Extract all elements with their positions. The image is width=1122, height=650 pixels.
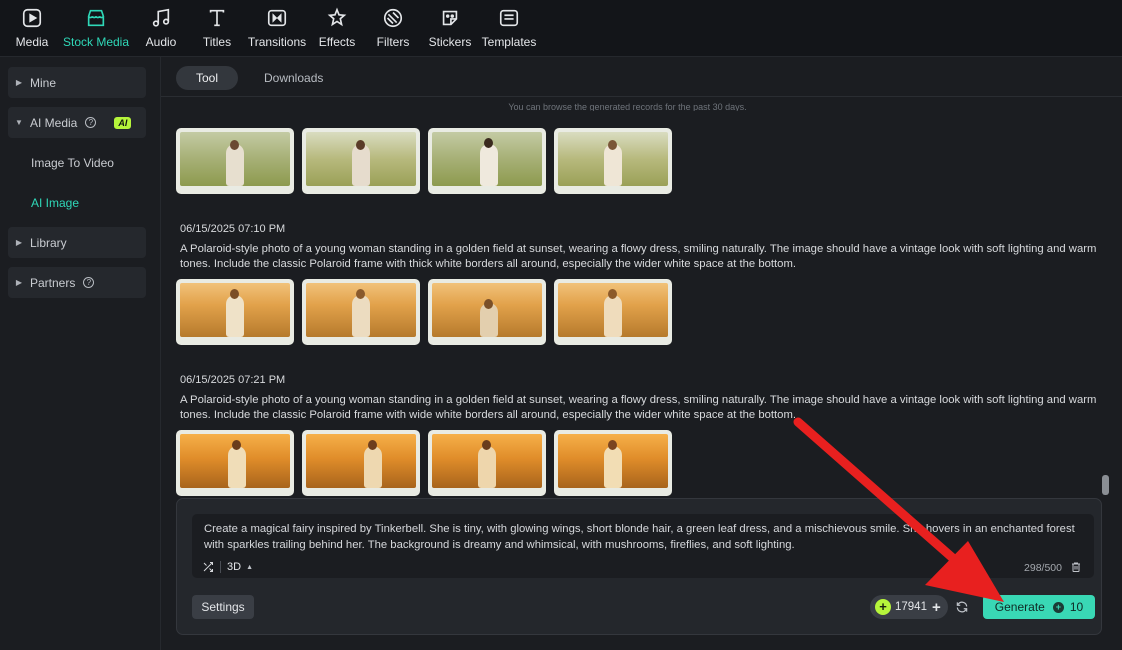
generated-image-thumbnail[interactable]: [302, 128, 420, 194]
shuffle-icon[interactable]: [202, 561, 214, 573]
text-t-icon: [205, 6, 229, 30]
toolbar-stickers-label: Stickers: [428, 35, 472, 49]
sidebar-item-library-label: Library: [30, 235, 67, 250]
toolbar-audio-label: Audio: [145, 35, 177, 49]
generated-image-thumbnail[interactable]: [176, 279, 294, 345]
prompt-input-text[interactable]: Create a magical fairy inspired by Tinke…: [204, 521, 1084, 553]
template-icon: [497, 6, 521, 30]
sidebar-item-library[interactable]: ▶ Library: [8, 227, 146, 258]
generated-image-thumbnail[interactable]: [428, 279, 546, 345]
record-prompt: A Polaroid-style photo of a young woman …: [180, 243, 1097, 270]
caret-right-icon: ▶: [15, 78, 23, 87]
caret-right-icon: ▶: [15, 238, 23, 247]
credits-balance[interactable]: + 17941 +: [870, 595, 948, 619]
sidebar-item-ai-media[interactable]: ▼ AI Media ? AI: [8, 107, 146, 138]
stock-media-icon: [84, 6, 108, 30]
records-list: 06/15/2025 07:10 PM A Polaroid-style pho…: [161, 111, 1106, 551]
scrollbar-thumb[interactable]: [1102, 475, 1109, 495]
tab-bar: Tool Downloads: [161, 57, 1122, 97]
trash-icon[interactable]: [1070, 561, 1082, 573]
sidebar-item-partners[interactable]: ▶ Partners ?: [8, 267, 146, 298]
refresh-icon[interactable]: [955, 600, 969, 614]
style-selector[interactable]: 3D ▲: [202, 561, 253, 573]
generated-image-thumbnail[interactable]: [176, 128, 294, 194]
credit-coin-icon: +: [1052, 601, 1064, 613]
toolbar-transitions-label: Transitions: [247, 35, 307, 49]
toolbar-stock-media-label: Stock Media: [62, 35, 130, 49]
generated-image-thumbnail[interactable]: [302, 430, 420, 496]
generated-image-thumbnail[interactable]: [554, 430, 672, 496]
record-date: 06/15/2025 07:10 PM: [180, 223, 286, 235]
toolbar-titles[interactable]: Titles: [200, 6, 234, 54]
divider: [220, 561, 221, 573]
credits-value: 17941: [895, 601, 927, 613]
generate-button-label: Generate: [994, 600, 1045, 614]
media-icon: [20, 6, 44, 30]
music-note-icon: [149, 6, 173, 30]
generated-image-thumbnail[interactable]: [554, 128, 672, 194]
generated-image-thumbnail[interactable]: [428, 128, 546, 194]
help-icon[interactable]: ?: [85, 117, 97, 128]
sticker-icon: [438, 6, 462, 30]
generated-image-thumbnail[interactable]: [554, 279, 672, 345]
generate-button[interactable]: Generate + 10: [983, 595, 1095, 619]
caret-right-icon: ▶: [15, 278, 23, 287]
generated-image-thumbnail[interactable]: [176, 430, 294, 496]
sidebar: ▶ Mine ▼ AI Media ? AI Image To Video AI…: [0, 57, 161, 650]
sidebar-item-mine-label: Mine: [30, 75, 57, 90]
toolbar-media-label: Media: [15, 35, 49, 49]
prompt-input[interactable]: Create a magical fairy inspired by Tinke…: [192, 514, 1094, 578]
main-panel: Tool Downloads You can browse the genera…: [161, 57, 1122, 650]
toolbar-effects[interactable]: Effects: [318, 6, 356, 54]
tab-tool[interactable]: Tool: [176, 66, 239, 90]
toolbar-audio[interactable]: Audio: [143, 6, 179, 54]
record-prompt: A Polaroid-style photo of a young woman …: [180, 394, 1097, 421]
settings-button[interactable]: Settings: [192, 595, 254, 619]
generator-panel: Create a magical fairy inspired by Tinke…: [176, 498, 1102, 635]
toolbar-titles-label: Titles: [202, 35, 232, 49]
ai-badge: AI: [114, 116, 132, 129]
sparkle-icon: [325, 6, 349, 30]
toolbar-media[interactable]: Media: [12, 6, 52, 54]
caret-up-icon[interactable]: ▲: [246, 564, 253, 571]
sidebar-item-partners-label: Partners: [30, 275, 76, 290]
credit-icon: +: [875, 599, 891, 615]
sidebar-item-ai-media-label: AI Media: [30, 115, 78, 130]
scroll-cut: [161, 111, 1094, 127]
toolbar-stickers[interactable]: Stickers: [428, 6, 472, 54]
sidebar-item-image-to-video[interactable]: Image To Video: [31, 156, 114, 170]
add-credits-icon[interactable]: +: [932, 599, 941, 616]
toolbar-filters[interactable]: Filters: [376, 6, 410, 54]
record-date: 06/15/2025 07:21 PM: [180, 374, 286, 386]
generated-image-thumbnail[interactable]: [428, 430, 546, 496]
tab-downloads[interactable]: Downloads: [244, 66, 343, 90]
toolbar-filters-label: Filters: [376, 35, 410, 49]
toolbar-effects-label: Effects: [318, 35, 356, 49]
toolbar-transitions[interactable]: Transitions: [248, 6, 306, 54]
character-counter: 298/500: [1024, 562, 1062, 574]
filter-icon: [381, 6, 405, 30]
toolbar-stock-media[interactable]: Stock Media: [62, 6, 130, 54]
generated-image-thumbnail[interactable]: [302, 279, 420, 345]
toolbar-templates[interactable]: Templates: [481, 6, 537, 54]
generate-cost: 10: [1069, 600, 1084, 614]
sidebar-item-mine[interactable]: ▶ Mine: [8, 67, 146, 98]
top-toolbar: Media Stock Media Audio Titles Transitio…: [0, 0, 1122, 57]
toolbar-templates-label: Templates: [481, 35, 537, 49]
style-value[interactable]: 3D: [227, 561, 241, 573]
transition-icon: [265, 6, 289, 30]
help-icon[interactable]: ?: [83, 277, 95, 288]
sidebar-item-ai-image[interactable]: AI Image: [31, 196, 79, 210]
caret-down-icon: ▼: [15, 118, 23, 127]
